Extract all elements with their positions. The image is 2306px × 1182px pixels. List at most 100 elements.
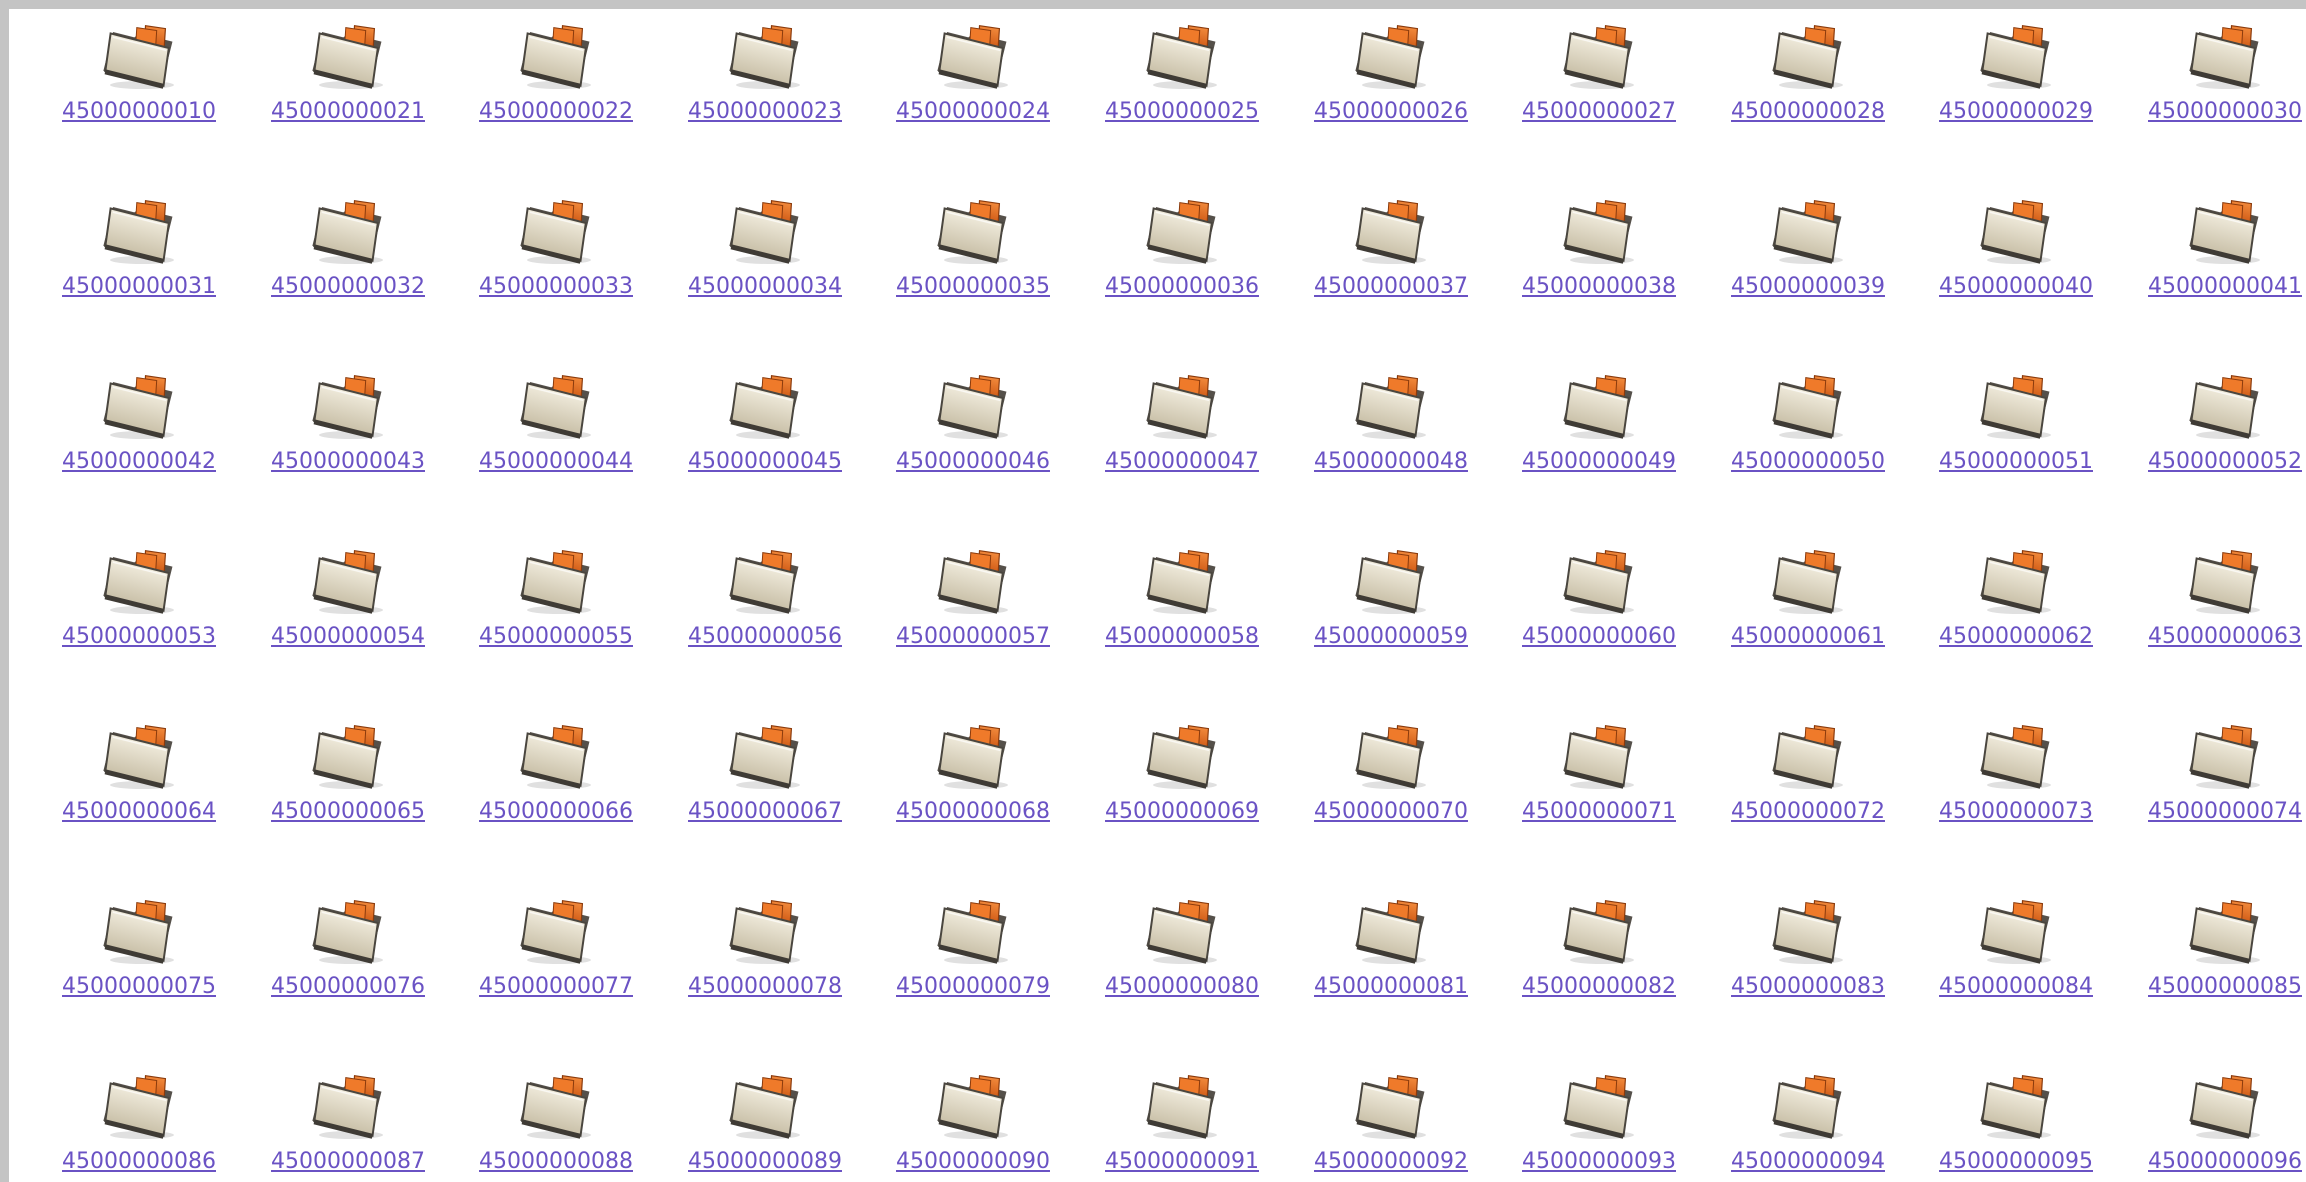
- folder-link[interactable]: 45000000037: [1286, 273, 1496, 301]
- folder-icon[interactable]: [726, 19, 804, 93]
- folder-item[interactable]: 45000000053: [34, 544, 234, 694]
- folder-item[interactable]: 45000000079: [868, 894, 1068, 1044]
- folder-item[interactable]: 45000000057: [868, 544, 1068, 694]
- folder-link[interactable]: 45000000044: [451, 448, 661, 476]
- folder-item[interactable]: 45000000028: [1703, 19, 1903, 169]
- folder-item[interactable]: 45000000047: [1077, 369, 1277, 519]
- folder-link[interactable]: 45000000062: [1911, 623, 2121, 651]
- folder-link[interactable]: 45000000095: [1911, 1148, 2121, 1176]
- folder-icon[interactable]: [517, 1069, 595, 1143]
- folder-item[interactable]: 45000000058: [1077, 544, 1277, 694]
- folder-icon[interactable]: [1143, 894, 1221, 968]
- folder-link[interactable]: 45000000025: [1077, 98, 1287, 126]
- folder-item[interactable]: 45000000032: [243, 194, 443, 344]
- folder-item[interactable]: 45000000051: [1911, 369, 2111, 519]
- folder-item[interactable]: 45000000029: [1911, 19, 2111, 169]
- folder-link[interactable]: 45000000076: [243, 973, 453, 1001]
- folder-icon[interactable]: [1352, 1069, 1430, 1143]
- folder-item[interactable]: 45000000064: [34, 719, 234, 869]
- folder-icon[interactable]: [934, 719, 1012, 793]
- folder-icon[interactable]: [309, 369, 387, 443]
- folder-link[interactable]: 45000000032: [243, 273, 453, 301]
- folder-link[interactable]: 45000000073: [1911, 798, 2121, 826]
- folder-icon[interactable]: [1352, 894, 1430, 968]
- folder-link[interactable]: 45000000045: [660, 448, 870, 476]
- folder-icon[interactable]: [517, 194, 595, 268]
- folder-icon[interactable]: [726, 719, 804, 793]
- folder-icon[interactable]: [517, 719, 595, 793]
- folder-link[interactable]: 45000000055: [451, 623, 661, 651]
- folder-icon[interactable]: [1560, 194, 1638, 268]
- folder-icon[interactable]: [1560, 719, 1638, 793]
- folder-item[interactable]: 45000000068: [868, 719, 1068, 869]
- folder-link[interactable]: 45000000034: [660, 273, 870, 301]
- folder-item[interactable]: 45000000061: [1703, 544, 1903, 694]
- folder-link[interactable]: 45000000091: [1077, 1148, 1287, 1176]
- folder-icon[interactable]: [1977, 194, 2055, 268]
- folder-item[interactable]: 45000000067: [660, 719, 860, 869]
- folder-item[interactable]: 45000000074: [2120, 719, 2306, 869]
- folder-icon[interactable]: [2186, 719, 2264, 793]
- folder-icon[interactable]: [517, 894, 595, 968]
- folder-icon[interactable]: [1977, 1069, 2055, 1143]
- folder-link[interactable]: 45000000084: [1911, 973, 2121, 1001]
- folder-link[interactable]: 45000000056: [660, 623, 870, 651]
- folder-link[interactable]: 45000000081: [1286, 973, 1496, 1001]
- folder-link[interactable]: 45000000067: [660, 798, 870, 826]
- folder-item[interactable]: 45000000042: [34, 369, 234, 519]
- folder-icon[interactable]: [2186, 1069, 2264, 1143]
- folder-link[interactable]: 45000000093: [1494, 1148, 1704, 1176]
- folder-link[interactable]: 45000000094: [1703, 1148, 1913, 1176]
- folder-item[interactable]: 45000000066: [451, 719, 651, 869]
- folder-item[interactable]: 45000000041: [2120, 194, 2306, 344]
- folder-link[interactable]: 45000000046: [868, 448, 1078, 476]
- folder-link[interactable]: 45000000060: [1494, 623, 1704, 651]
- folder-item[interactable]: 45000000054: [243, 544, 443, 694]
- folder-item[interactable]: 45000000082: [1494, 894, 1694, 1044]
- folder-link[interactable]: 45000000043: [243, 448, 453, 476]
- folder-icon[interactable]: [1143, 1069, 1221, 1143]
- folder-icon[interactable]: [1560, 894, 1638, 968]
- folder-icon[interactable]: [726, 194, 804, 268]
- folder-link[interactable]: 45000000031: [34, 273, 244, 301]
- folder-item[interactable]: 45000000080: [1077, 894, 1277, 1044]
- folder-icon[interactable]: [1352, 369, 1430, 443]
- folder-item[interactable]: 45000000033: [451, 194, 651, 344]
- folder-item[interactable]: 45000000062: [1911, 544, 2111, 694]
- folder-link[interactable]: 45000000050: [1703, 448, 1913, 476]
- folder-item[interactable]: 45000000081: [1286, 894, 1486, 1044]
- folder-item[interactable]: 45000000040: [1911, 194, 2111, 344]
- folder-link[interactable]: 45000000063: [2120, 623, 2306, 651]
- folder-item[interactable]: 45000000045: [660, 369, 860, 519]
- folder-icon[interactable]: [517, 369, 595, 443]
- folder-item[interactable]: 45000000021: [243, 19, 443, 169]
- folder-icon[interactable]: [1143, 719, 1221, 793]
- folder-icon[interactable]: [517, 544, 595, 618]
- folder-item[interactable]: 45000000090: [868, 1069, 1068, 1182]
- folder-link[interactable]: 45000000010: [34, 98, 244, 126]
- folder-item[interactable]: 45000000056: [660, 544, 860, 694]
- folder-link[interactable]: 45000000039: [1703, 273, 1913, 301]
- folder-icon[interactable]: [2186, 194, 2264, 268]
- folder-item[interactable]: 45000000048: [1286, 369, 1486, 519]
- folder-icon[interactable]: [726, 369, 804, 443]
- folder-icon[interactable]: [2186, 19, 2264, 93]
- folder-icon[interactable]: [1977, 719, 2055, 793]
- folder-icon[interactable]: [309, 544, 387, 618]
- folder-icon[interactable]: [726, 1069, 804, 1143]
- folder-link[interactable]: 45000000066: [451, 798, 661, 826]
- folder-item[interactable]: 45000000026: [1286, 19, 1486, 169]
- folder-link[interactable]: 45000000077: [451, 973, 661, 1001]
- folder-icon[interactable]: [934, 369, 1012, 443]
- folder-link[interactable]: 45000000068: [868, 798, 1078, 826]
- folder-item[interactable]: 45000000072: [1703, 719, 1903, 869]
- folder-item[interactable]: 45000000075: [34, 894, 234, 1044]
- folder-link[interactable]: 45000000092: [1286, 1148, 1496, 1176]
- folder-icon[interactable]: [1560, 1069, 1638, 1143]
- folder-link[interactable]: 45000000035: [868, 273, 1078, 301]
- folder-item[interactable]: 45000000027: [1494, 19, 1694, 169]
- folder-item[interactable]: 45000000046: [868, 369, 1068, 519]
- folder-icon[interactable]: [1769, 19, 1847, 93]
- folder-link[interactable]: 45000000027: [1494, 98, 1704, 126]
- folder-link[interactable]: 45000000051: [1911, 448, 2121, 476]
